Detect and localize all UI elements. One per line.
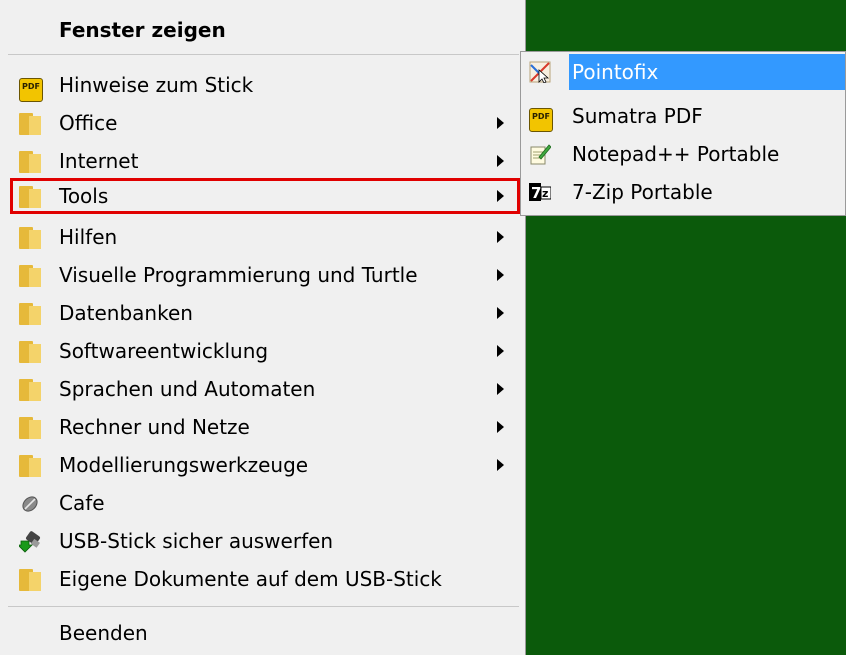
menu-item-label: Rechner und Netze xyxy=(59,415,250,439)
menu-item-tools[interactable]: Tools xyxy=(10,178,520,214)
folder-icon xyxy=(19,265,41,287)
menu-item-label: Internet xyxy=(59,149,139,173)
submenu-arrow-icon xyxy=(497,421,504,433)
menu-item-datenbanken[interactable]: Datenbanken xyxy=(10,295,520,331)
menu-item-sprachen-und-automaten[interactable]: Sprachen und Automaten xyxy=(10,371,520,407)
menu-item-label: Modellierungswerkzeuge xyxy=(59,453,309,477)
submenu-arrow-icon xyxy=(497,117,504,129)
folder-icon xyxy=(19,341,41,363)
menu-item-label: Eigene Dokumente auf dem USB-Stick xyxy=(59,567,442,591)
menu-item-label: Hinweise zum Stick xyxy=(59,73,254,97)
submenu-arrow-icon xyxy=(497,459,504,471)
seven-zip-icon: 7 z xyxy=(529,183,551,202)
menu-item-label: Sprachen und Automaten xyxy=(59,377,316,401)
folder-icon xyxy=(19,151,41,173)
folder-icon xyxy=(19,455,41,477)
pointofix-icon xyxy=(529,61,551,83)
submenu-arrow-icon xyxy=(497,190,504,202)
menu-item-label: Visuelle Programmierung und Turtle xyxy=(59,263,418,287)
folder-icon xyxy=(19,417,41,439)
menu-item-rechner-und-netze[interactable]: Rechner und Netze xyxy=(10,409,520,445)
menu-item-label: Datenbanken xyxy=(59,301,193,325)
menu-item-label: Softwareentwicklung xyxy=(59,339,269,363)
menu-item-label: Tools xyxy=(59,184,109,208)
menu-item-beenden[interactable]: Beenden xyxy=(10,615,520,651)
menu-header-show-window[interactable]: Fenster zeigen xyxy=(59,18,226,42)
menu-item-usb-auswerfen[interactable]: USB-Stick sicher auswerfen xyxy=(10,523,520,559)
submenu-arrow-icon xyxy=(497,269,504,281)
menu-item-label: Hilfen xyxy=(59,225,118,249)
folder-icon xyxy=(19,569,41,591)
pdf-icon: PDF xyxy=(19,78,43,102)
submenu-item-7zip[interactable]: 7 z 7-Zip Portable xyxy=(523,174,845,210)
submenu-item-sumatra-pdf[interactable]: PDF Sumatra PDF xyxy=(523,98,845,134)
submenu-arrow-icon xyxy=(497,231,504,243)
folder-icon xyxy=(19,227,41,249)
submenu-arrow-icon xyxy=(497,383,504,395)
menu-item-modellierungswerkzeuge[interactable]: Modellierungswerkzeuge xyxy=(10,447,520,483)
menu-item-label: Office xyxy=(59,111,118,135)
menu-item-label: Beenden xyxy=(59,621,148,645)
submenu-arrow-icon xyxy=(497,345,504,357)
menu-item-internet[interactable]: Internet xyxy=(10,143,520,179)
coffee-bean-icon xyxy=(22,496,38,512)
submenu-item-label: 7-Zip Portable xyxy=(572,180,713,204)
folder-icon xyxy=(19,303,41,325)
separator xyxy=(8,54,519,55)
svg-text:7: 7 xyxy=(531,184,541,202)
submenu-item-pointofix[interactable]: Pointofix xyxy=(523,54,845,90)
menu-item-label: USB-Stick sicher auswerfen xyxy=(59,529,334,553)
submenu-item-active-highlight[interactable]: Pointofix xyxy=(569,54,845,90)
folder-icon xyxy=(19,113,41,135)
submenu-arrow-icon xyxy=(497,307,504,319)
submenu-item-label: Pointofix xyxy=(572,60,659,84)
notepad-icon xyxy=(530,144,551,165)
usb-eject-icon xyxy=(19,531,40,553)
folder-icon xyxy=(19,379,41,401)
menu-item-softwareentwicklung[interactable]: Softwareentwicklung xyxy=(10,333,520,369)
folder-icon xyxy=(19,186,41,208)
submenu-arrow-icon xyxy=(497,155,504,167)
submenu-item-label: Notepad++ Portable xyxy=(572,142,780,166)
tools-submenu: Pointofix PDF Sumatra PDF Notepad++ Port… xyxy=(520,51,846,216)
menu-item-hilfen[interactable]: Hilfen xyxy=(10,219,520,255)
menu-item-hinweise[interactable]: PDF Hinweise zum Stick xyxy=(10,67,520,103)
pdf-icon: PDF xyxy=(529,108,553,132)
menu-item-eigene-dokumente[interactable]: Eigene Dokumente auf dem USB-Stick xyxy=(10,561,520,597)
menu-item-office[interactable]: Office xyxy=(10,105,520,141)
menu-item-label: Cafe xyxy=(59,491,105,515)
menu-item-visuelle-programmierung[interactable]: Visuelle Programmierung und Turtle xyxy=(10,257,520,293)
submenu-item-label: Sumatra PDF xyxy=(572,104,703,128)
submenu-item-notepad-plus-plus[interactable]: Notepad++ Portable xyxy=(523,136,845,172)
separator xyxy=(8,606,519,607)
tray-menu: Fenster zeigen PDF Hinweise zum Stick Of… xyxy=(0,0,526,655)
svg-text:z: z xyxy=(542,187,548,200)
menu-item-cafe[interactable]: Cafe xyxy=(10,485,520,521)
